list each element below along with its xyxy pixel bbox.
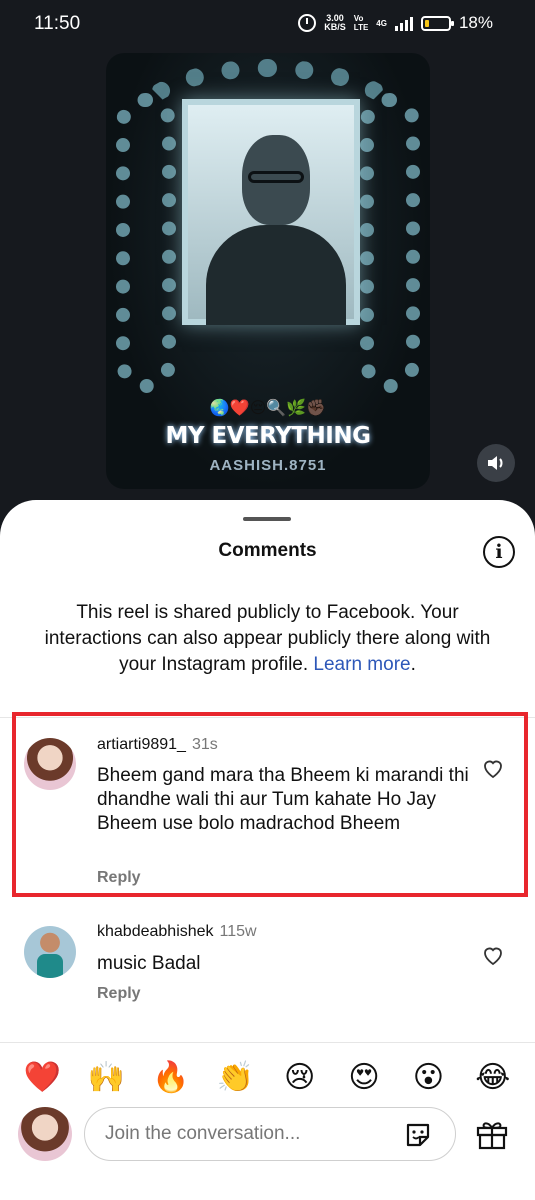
current-user-avatar bbox=[18, 1107, 72, 1161]
info-icon: i bbox=[495, 541, 503, 563]
quick-reactions: ❤️ 🙌 🔥 👏 😢 😍 😮 😂 bbox=[0, 1042, 535, 1112]
reply-button[interactable]: Reply bbox=[97, 985, 141, 1003]
drag-handle[interactable] bbox=[243, 517, 291, 521]
reaction-heart[interactable]: ❤️ bbox=[20, 1060, 64, 1095]
reaction-raised-hands[interactable]: 🙌 bbox=[85, 1060, 129, 1095]
reaction-surprised[interactable]: 😮 bbox=[406, 1060, 450, 1095]
network-speed: 3.00 KB/S bbox=[324, 13, 346, 32]
heart-icon[interactable] bbox=[481, 943, 505, 967]
learn-more-link[interactable]: Learn more bbox=[313, 654, 410, 675]
video-watermark-handle: AASHISH.8751 bbox=[209, 457, 327, 474]
garland-right bbox=[360, 93, 420, 393]
comment-text: music Badal bbox=[97, 953, 201, 974]
status-time: 11:50 bbox=[34, 13, 81, 34]
comment-input-placeholder: Join the conversation... bbox=[105, 1123, 301, 1144]
volte-indicator: Vo LTE bbox=[353, 14, 369, 32]
sheet-title: Comments bbox=[218, 540, 317, 561]
volume-icon bbox=[488, 456, 503, 470]
alarm-icon bbox=[298, 14, 317, 32]
reaction-heart-eyes[interactable]: 😍 bbox=[342, 1060, 386, 1095]
status-bar: 11:50 3.00 KB/S Vo LTE 4G 18% bbox=[0, 0, 535, 48]
battery-fill bbox=[424, 19, 429, 27]
reaction-laugh[interactable]: 😂 bbox=[471, 1060, 515, 1095]
signal-icon bbox=[394, 15, 413, 31]
garland-left bbox=[116, 93, 176, 393]
comment-header: khabdeabhishek 115w bbox=[97, 923, 257, 941]
info-button[interactable]: i bbox=[483, 536, 515, 568]
sticker-icon[interactable] bbox=[403, 1120, 433, 1150]
comment-time: 115w bbox=[219, 923, 257, 940]
highlight-box bbox=[12, 712, 528, 897]
mute-button[interactable] bbox=[477, 444, 515, 482]
video-emoji-line: 🌏❤️😔🔍🌿✊🏿 bbox=[209, 400, 327, 417]
comments-sheet: Comments i This reel is shared publicly … bbox=[0, 500, 535, 1200]
reaction-cry[interactable]: 😢 bbox=[278, 1060, 322, 1095]
video-title: MY EVERYTHING bbox=[165, 423, 371, 449]
reaction-fire[interactable]: 🔥 bbox=[149, 1060, 193, 1095]
portrait-body bbox=[206, 225, 346, 325]
status-icons: 3.00 KB/S Vo LTE 4G 18% bbox=[298, 13, 493, 33]
reel-video[interactable]: 🌏❤️😔🔍🌿✊🏿 MY EVERYTHING AASHISH.8751 bbox=[106, 53, 430, 489]
avatar[interactable] bbox=[24, 926, 76, 978]
network-type: 4G bbox=[376, 18, 387, 28]
comment-input[interactable]: Join the conversation... bbox=[84, 1107, 456, 1161]
notice-text: This reel is shared publicly to Facebook… bbox=[44, 602, 491, 675]
portrait-frame bbox=[182, 99, 360, 325]
battery-icon bbox=[420, 15, 454, 31]
gift-icon[interactable] bbox=[475, 1118, 509, 1150]
battery-percent: 18% bbox=[458, 13, 493, 32]
comment-username[interactable]: khabdeabhishek bbox=[97, 923, 214, 940]
portrait-glasses bbox=[248, 171, 304, 183]
reaction-clap[interactable]: 👏 bbox=[213, 1060, 257, 1095]
comment-input-bar: Join the conversation... bbox=[0, 1104, 535, 1164]
facebook-share-notice: This reel is shared publicly to Facebook… bbox=[44, 602, 491, 675]
